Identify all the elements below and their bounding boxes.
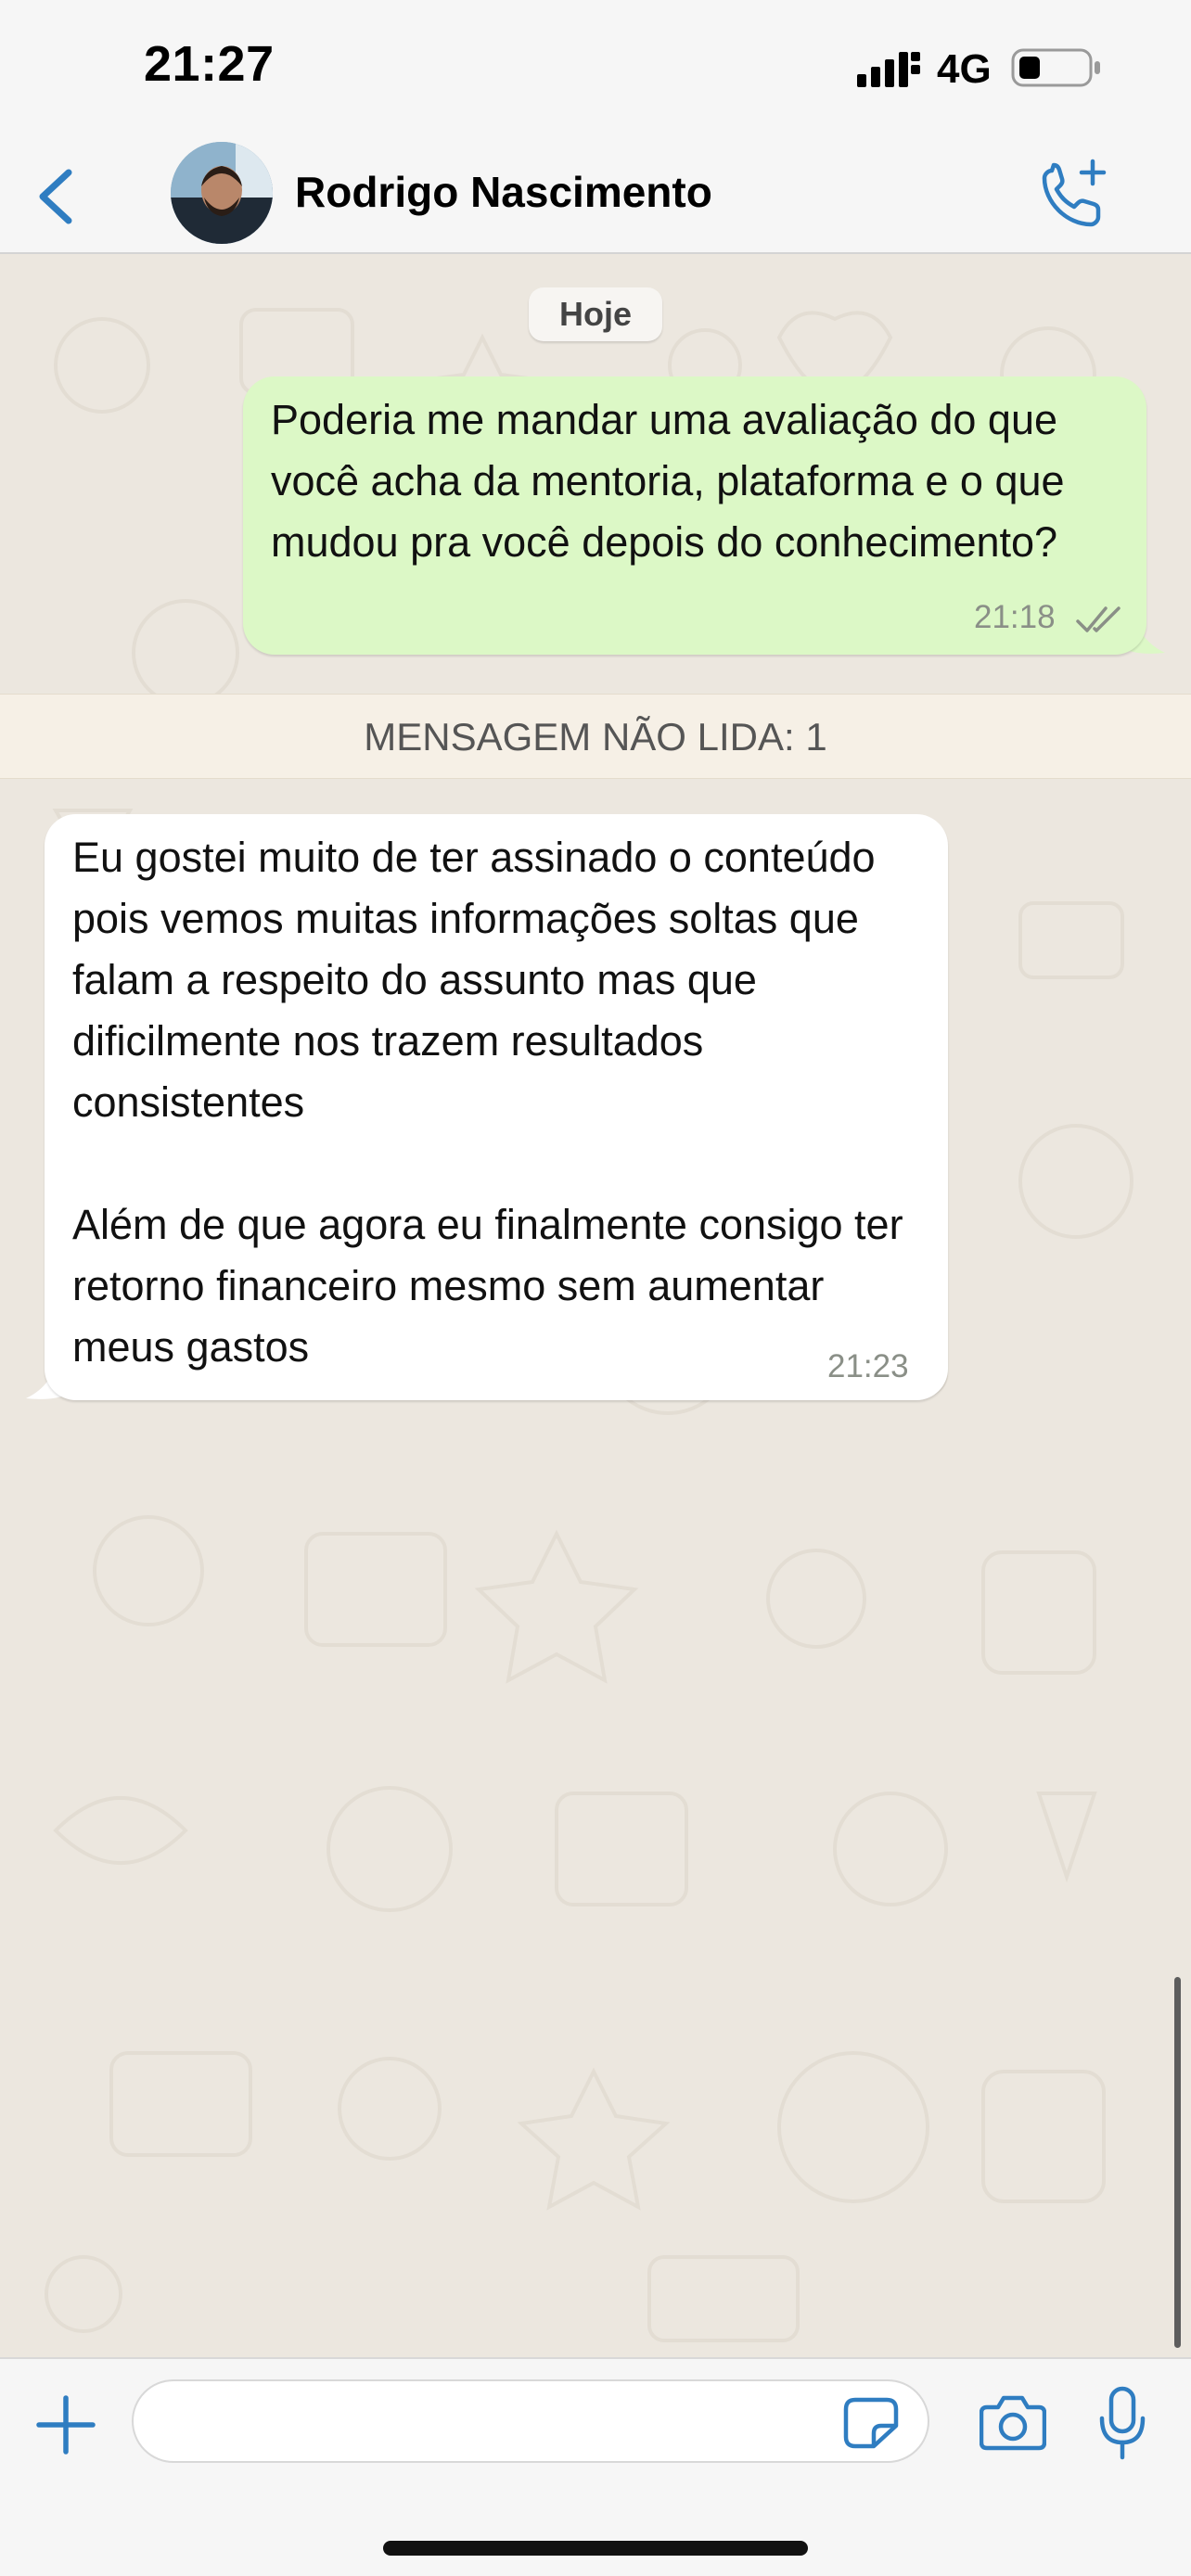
chat-scroll-indicator[interactable] [1174,1977,1181,2348]
chat-screen: 21:27 4G Rodrigo Nascimento Hoje Poderia… [0,0,1191,2576]
camera-icon[interactable] [980,2392,1046,2452]
chat-area[interactable]: Hoje Poderia me mandar uma avaliação do … [0,254,1191,2357]
read-ticks-icon [1076,606,1121,632]
unread-messages-divider: MENSAGEM NÃO LIDA: 1 [0,694,1191,779]
microphone-icon[interactable] [1095,2385,1150,2461]
plus-icon[interactable] [33,2392,98,2457]
add-call-icon[interactable] [1037,158,1111,232]
home-indicator[interactable] [383,2541,808,2556]
date-separator: Hoje [529,287,662,341]
status-time: 21:27 [144,36,275,92]
avatar[interactable] [171,142,273,244]
outgoing-message[interactable]: Poderia me mandar uma avaliação do que v… [243,376,1146,655]
outgoing-message-time: 21:18 [974,599,1056,635]
back-chevron-icon[interactable] [28,159,83,234]
incoming-message-text: Eu gostei muito de ter assinado o conteú… [72,834,903,1371]
network-type: 4G [937,46,992,92]
outgoing-message-text: Poderia me mandar uma avaliação do que v… [271,396,1065,566]
sticker-icon[interactable] [842,2396,900,2450]
contact-name[interactable]: Rodrigo Nascimento [295,167,712,217]
status-bar: 21:27 4G [0,0,1191,139]
signal-icon [857,52,920,87]
message-composer [0,2357,1191,2576]
incoming-message[interactable]: Eu gostei muito de ter assinado o conteú… [45,814,948,1400]
chat-header: Rodrigo Nascimento [0,139,1191,254]
message-input[interactable] [132,2379,929,2463]
battery-icon [1011,48,1100,87]
incoming-message-time: 21:23 [827,1348,909,1384]
